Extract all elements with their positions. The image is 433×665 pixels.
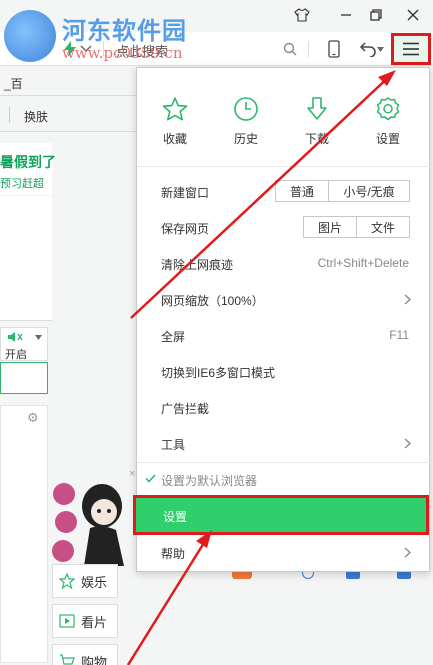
hamburger-icon [403, 42, 419, 56]
menu-item-label: 新建窗口 [161, 186, 210, 200]
cart-icon [60, 654, 75, 665]
side-button-label: 娱乐 [81, 574, 108, 590]
menu-item-fullscreen[interactable]: 全屏 F11 [137, 317, 431, 353]
close-icon[interactable] [401, 4, 425, 26]
skin-row: 换肤 [0, 105, 140, 127]
play-icon [59, 614, 75, 628]
menu-item-label: 帮助 [161, 547, 186, 561]
menu-item-adblock[interactable]: 广告拦截 [137, 389, 431, 425]
menu-item-label: 清除上网痕迹 [161, 258, 234, 272]
divider [308, 41, 309, 57]
skin-shirt-icon[interactable] [290, 4, 314, 26]
main-menu-button[interactable] [391, 33, 431, 65]
menu-item-ie6-mode[interactable]: 切换到IE6多窗口模式 [137, 353, 431, 389]
watermark: 河东软件园 www.pc0359.cn [4, 10, 187, 62]
watermark-logo [4, 10, 56, 62]
side-button-label: 购物 [81, 654, 108, 665]
new-window-normal-button[interactable]: 普通 [275, 180, 329, 202]
side-button-label: 看片 [81, 614, 108, 630]
quick-label: 设置 [375, 132, 400, 146]
download-icon [307, 97, 327, 120]
clock-icon [234, 97, 258, 121]
menu-item-label: 保存网页 [161, 222, 210, 236]
menu-item-shortcut: Ctrl+Shift+Delete [317, 256, 409, 270]
menu-item-settings[interactable]: 设置 [133, 495, 429, 535]
watermark-url: www.pc0359.cn [62, 43, 183, 62]
promo-title[interactable]: 暑假到了 [0, 152, 56, 172]
watermark-title: 河东软件园 [62, 15, 187, 45]
widget-panel [0, 405, 48, 663]
save-as-file-button[interactable]: 文件 [356, 216, 410, 238]
quick-label: 历史 [233, 132, 258, 146]
menu-item-label: 网页缩放（100%） [161, 294, 264, 308]
menu-divider [137, 166, 431, 167]
star-icon [59, 573, 75, 589]
volume-label: 开启 [5, 349, 27, 361]
chevron-right-icon [404, 547, 411, 558]
divider [0, 131, 140, 132]
caret-down-icon[interactable] [374, 37, 386, 61]
page-tab[interactable]: _百 [4, 75, 23, 92]
menu-item-default-browser[interactable]: 设置为默认浏览器 [137, 461, 431, 497]
quick-settings[interactable]: 设置 [363, 96, 413, 147]
menu-item-shortcut: F11 [389, 328, 409, 342]
save-as-image-button[interactable]: 图片 [303, 216, 357, 238]
search-icon[interactable] [278, 37, 302, 61]
menu-item-clear-trace[interactable]: 清除上网痕迹 Ctrl+Shift+Delete [137, 245, 431, 281]
side-button-video[interactable]: 看片 [52, 604, 118, 638]
gear-icon [376, 97, 400, 121]
restore-icon[interactable] [364, 4, 388, 26]
new-window-private-button[interactable]: 小号/无痕 [328, 180, 410, 202]
promo-subtitle[interactable]: 预习赶超 [0, 175, 44, 191]
quick-label: 收藏 [162, 132, 187, 146]
divider [0, 95, 140, 96]
menu-item-new-window: 新建窗口 普通 小号/无痕 [137, 173, 431, 209]
caret-down-icon [35, 335, 42, 340]
gear-icon[interactable]: ⚙ [27, 410, 39, 426]
menu-item-label: 全屏 [161, 330, 186, 344]
menu-item-label: 设置 [163, 510, 188, 524]
sticker-image [52, 483, 124, 566]
content-panel [0, 196, 52, 321]
menu-item-label: 广告拦截 [161, 402, 210, 416]
menu-item-label: 设置为默认浏览器 [161, 474, 258, 488]
checkmark-icon [145, 474, 156, 483]
input-box[interactable] [0, 362, 48, 394]
menu-item-zoom[interactable]: 网页缩放（100%） [137, 281, 431, 317]
quick-download[interactable]: 下载 [292, 96, 342, 147]
skin-link[interactable]: 换肤 [24, 108, 48, 125]
menu-item-label: 切换到IE6多窗口模式 [161, 366, 276, 380]
quick-history[interactable]: 历史 [221, 96, 271, 147]
chevron-right-icon [404, 294, 411, 305]
speaker-icon [8, 332, 23, 342]
menu-item-tools[interactable]: 工具 [137, 425, 431, 461]
menu-item-label: 工具 [161, 438, 186, 452]
quick-favorites[interactable]: 收藏 [150, 96, 200, 147]
minimize-icon[interactable] [334, 4, 358, 26]
menu-item-help[interactable]: 帮助 [137, 534, 431, 570]
star-outline-icon [162, 97, 188, 121]
side-button-entertainment[interactable]: 娱乐 [52, 564, 118, 598]
mobile-icon[interactable] [322, 37, 346, 61]
menu-item-save-page: 保存网页 图片 文件 [137, 209, 431, 245]
chevron-right-icon [404, 438, 411, 449]
quick-label: 下载 [304, 132, 329, 146]
side-button-shopping[interactable]: 购物 [52, 644, 118, 665]
